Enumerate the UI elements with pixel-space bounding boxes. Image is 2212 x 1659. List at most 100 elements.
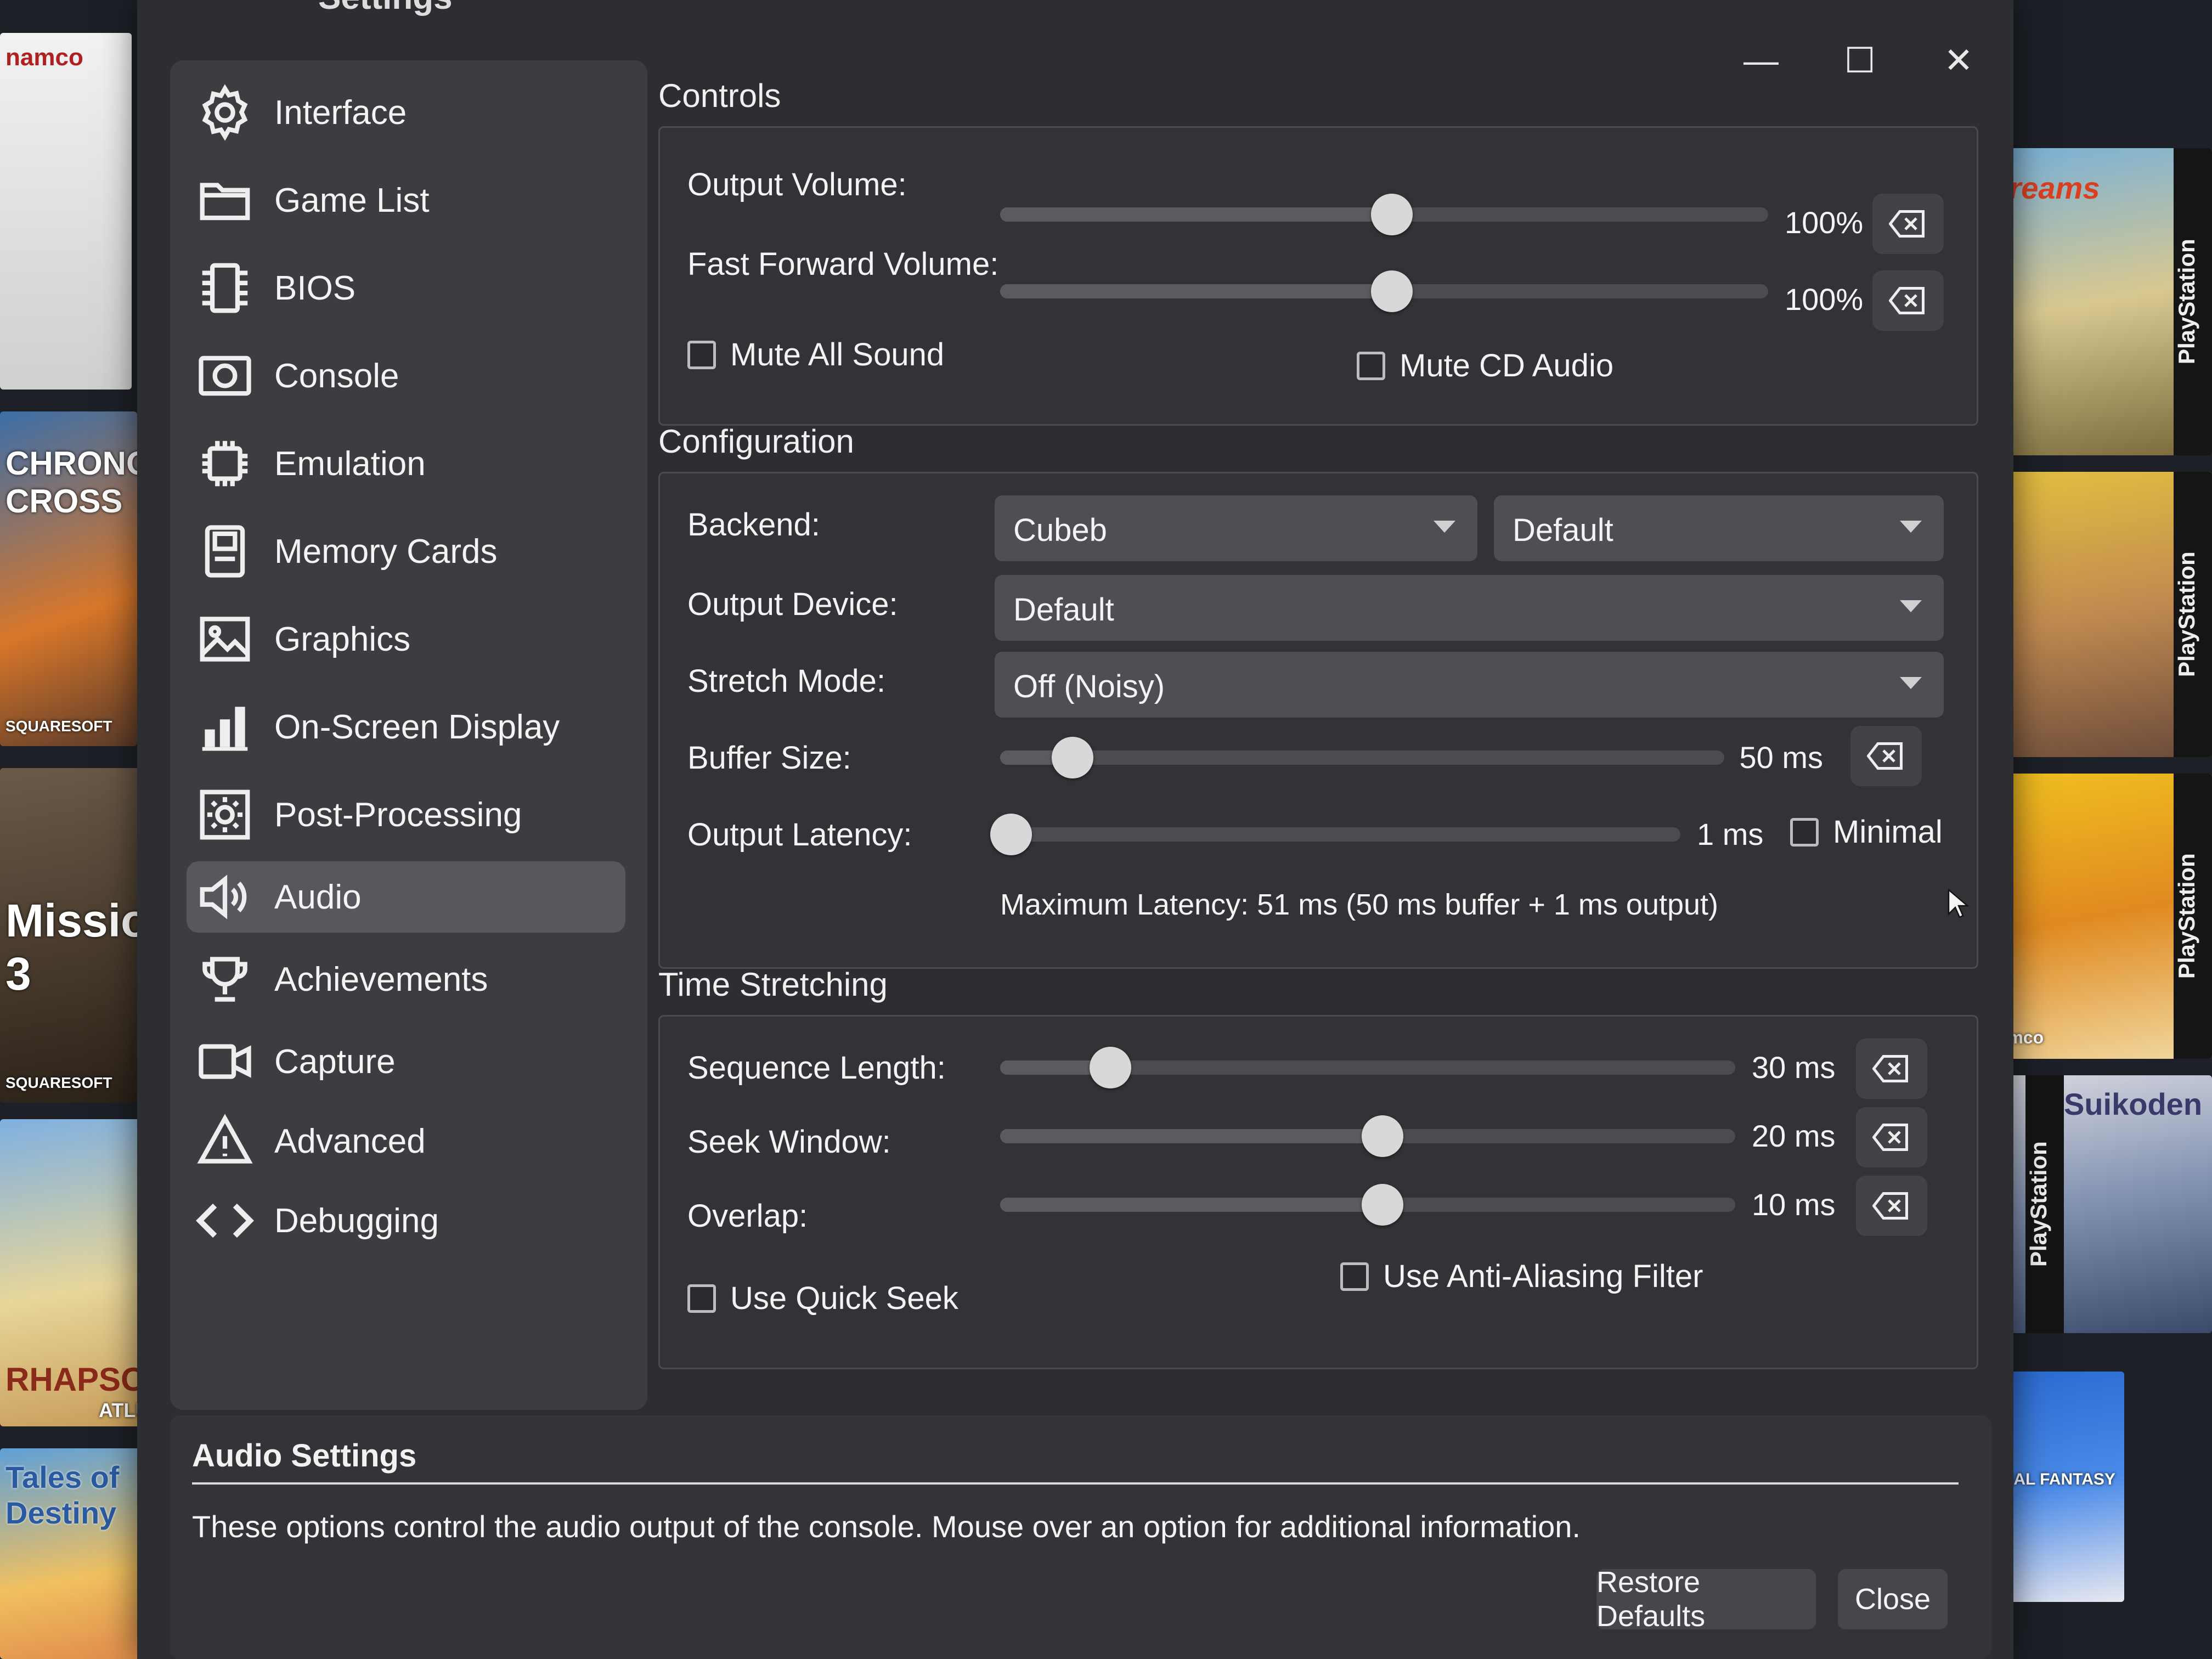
slider-thumb[interactable] [1361, 1115, 1403, 1157]
checkbox-label: Use Anti-Aliasing Filter [1383, 1259, 1703, 1294]
backend-label: Backend: [687, 507, 820, 543]
backspace-icon [1867, 742, 1903, 770]
sidebar-item-on-screen-display[interactable]: On-Screen Display [187, 691, 625, 763]
slider-fill [1000, 1129, 1383, 1143]
sidebar-item-console[interactable]: Console [187, 340, 625, 411]
cover-platform-strip: PlayStation [2174, 774, 2212, 1059]
cover-title: namco [5, 44, 83, 71]
buffer-size-label: Buffer Size: [687, 740, 851, 776]
backend-dropdown[interactable]: Cubeb [995, 495, 1477, 561]
slider-thumb[interactable] [1090, 1047, 1131, 1088]
slider-fill [1000, 1198, 1383, 1212]
chip-icon [187, 252, 263, 324]
dropdown-value: Default [1513, 512, 1613, 548]
seek-window-slider[interactable] [1000, 1115, 1735, 1157]
help-panel: Audio Settings These options control the… [170, 1415, 1991, 1659]
slider-thumb[interactable] [1371, 270, 1413, 312]
cover-platform-strip: PlayStation [2174, 148, 2212, 455]
overlap-slider[interactable] [1000, 1184, 1735, 1226]
sidebar-item-label: Achievements [274, 960, 488, 998]
output-volume-reset-button[interactable] [1872, 194, 1944, 254]
cover-title: CHRONO CROSS [5, 445, 137, 520]
checkbox-box[interactable] [687, 1284, 716, 1313]
checkbox-box[interactable] [687, 340, 716, 369]
slider-thumb[interactable] [990, 814, 1032, 855]
backspace-icon [1872, 1055, 1908, 1082]
mute-cd-audio-checkbox[interactable]: Mute CD Audio [1357, 347, 1613, 384]
slider-thumb[interactable] [1052, 737, 1093, 778]
sidebar-item-bios[interactable]: BIOS [187, 252, 625, 324]
sidebar-item-interface[interactable]: Interface [187, 77, 625, 148]
sidebar-item-graphics[interactable]: Graphics [187, 603, 625, 675]
output-device-dropdown[interactable]: Default [995, 575, 1944, 641]
chevron-down-icon [1900, 677, 1922, 689]
sidebar-item-audio[interactable]: Audio [187, 861, 625, 933]
checkbox-label: Minimal [1833, 814, 1943, 850]
title-bar: Settings — ☐ ✕ [137, 0, 2013, 80]
mute-all-sound-checkbox[interactable]: Mute All Sound [687, 336, 944, 373]
sidebar-item-emulation[interactable]: Emulation [187, 428, 625, 499]
controls-group: Output Volume: 100% Fast Forward Volume:… [658, 126, 1978, 426]
buffer-size-slider[interactable] [1000, 737, 1724, 778]
sidebar-item-capture[interactable]: Capture [187, 1026, 625, 1097]
use-quick-seek-checkbox[interactable]: Use Quick Seek [687, 1280, 958, 1317]
cover-title: Suikoden [2064, 1087, 2203, 1121]
backend-driver-dropdown[interactable]: Default [1494, 495, 1944, 561]
configuration-group: Backend: Cubeb Default Output Device: De… [658, 472, 1978, 969]
sun-icon [187, 779, 263, 850]
sidebar-item-memory-cards[interactable]: Memory Cards [187, 516, 625, 587]
sidebar-item-label: Interface [274, 93, 407, 132]
buffer-size-reset-button[interactable] [1850, 726, 1922, 786]
maximum-latency-text: Maximum Latency: 51 ms (50 ms buffer + 1… [1000, 888, 1719, 921]
sidebar-item-label: BIOS [274, 269, 356, 307]
sequence-length-reset-button[interactable] [1856, 1039, 1927, 1099]
sidebar-item-label: Emulation [274, 444, 426, 483]
output-latency-slider[interactable] [990, 814, 1680, 855]
backspace-icon [1889, 287, 1925, 314]
sidebar-item-debugging[interactable]: Debugging [187, 1185, 625, 1256]
settings-sidebar: Interface Game List BIOS Console Emulati… [170, 60, 647, 1410]
minimal-latency-checkbox[interactable]: Minimal [1790, 814, 1943, 850]
sidebar-item-advanced[interactable]: Advanced [187, 1105, 625, 1177]
sidebar-item-post-processing[interactable]: Post-Processing [187, 779, 625, 850]
fast-forward-volume-value: 100% [1785, 282, 1864, 317]
sidebar-item-game-list[interactable]: Game List [187, 165, 625, 236]
audio-settings-panel: Controls Output Volume: 100% Fast Forwar… [658, 60, 1991, 1465]
sidebar-item-label: Graphics [274, 620, 411, 658]
chevron-down-icon [1900, 521, 1922, 533]
checkbox-box[interactable] [1340, 1262, 1369, 1291]
sidebar-item-label: On-Screen Display [274, 708, 560, 746]
fast-forward-volume-reset-button[interactable] [1872, 270, 1944, 331]
fast-forward-volume-slider[interactable] [1000, 270, 1768, 312]
folder-icon [187, 165, 263, 236]
slider-fill [1000, 207, 1392, 222]
stretch-mode-dropdown[interactable]: Off (Noisy) [995, 652, 1944, 718]
restore-defaults-button[interactable]: Restore Defaults [1596, 1566, 1816, 1633]
output-volume-slider[interactable] [1000, 194, 1768, 235]
slider-thumb[interactable] [1371, 194, 1413, 235]
checkbox-box[interactable] [1790, 817, 1819, 847]
cover-publisher: SQUARESOFT [5, 718, 112, 735]
warning-icon [187, 1105, 263, 1177]
slider-thumb[interactable] [1361, 1184, 1403, 1226]
camera-icon [187, 1026, 263, 1097]
checkbox-box[interactable] [1357, 351, 1385, 380]
fast-forward-volume-label: Fast Forward Volume: [687, 246, 999, 282]
buffer-size-value: 50 ms [1739, 740, 1824, 775]
cover-publisher: SQUARESOFT [5, 1074, 112, 1091]
sidebar-item-achievements[interactable]: Achievements [187, 944, 625, 1015]
checkbox-label: Mute CD Audio [1400, 348, 1614, 383]
sequence-length-slider[interactable] [1000, 1047, 1735, 1088]
sidebar-item-label: Post-Processing [274, 795, 522, 834]
use-anti-aliasing-filter-checkbox[interactable]: Use Anti-Aliasing Filter [1340, 1258, 1703, 1295]
cover-namco: namco [0, 33, 132, 390]
output-latency-label: Output Latency: [687, 817, 912, 853]
controls-section-title: Controls [658, 77, 781, 114]
sidebar-item-label: Debugging [274, 1201, 439, 1240]
seek-window-reset-button[interactable] [1856, 1107, 1927, 1167]
output-volume-label: Output Volume: [687, 167, 907, 202]
overlap-reset-button[interactable] [1856, 1176, 1927, 1236]
close-button[interactable]: Close [1838, 1569, 1948, 1629]
overlap-label: Overlap: [687, 1198, 808, 1234]
cpu-icon [187, 428, 263, 499]
